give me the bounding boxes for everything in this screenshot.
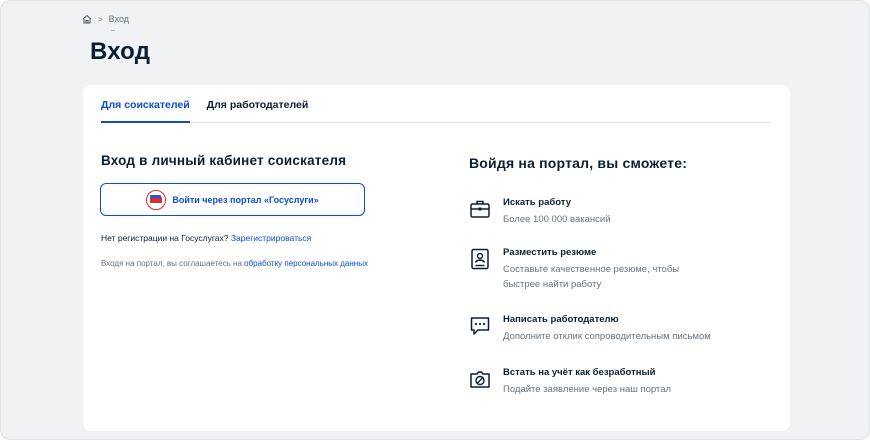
tab-bar: Для соискателей Для работодателей	[101, 85, 771, 123]
chat-icon	[470, 317, 490, 335]
login-card: Для соискателей Для работодателей Вход в…	[83, 85, 790, 431]
consent-line: Входя на портал, вы соглашаетесь на обра…	[101, 259, 368, 268]
resume-icon	[471, 248, 489, 270]
login-title: Вход в личный кабинет соискателя	[101, 153, 347, 168]
benefit-item-search-job: Искать работу Более 100 000 вакансий	[469, 197, 769, 227]
briefcase-icon	[470, 200, 490, 218]
registration-line: Нет регистрации на Госуслугах? Зарегистр…	[101, 233, 311, 243]
consent-text: Входя на портал, вы соглашаетесь на	[101, 259, 242, 268]
benefit-desc-line2: быстрее найти работу	[503, 279, 602, 290]
register-link[interactable]: Зарегистрироваться	[231, 233, 311, 243]
benefit-item-unemployed: Встать на учёт как безработный Подайте з…	[469, 367, 769, 397]
tab-job-seekers[interactable]: Для соискателей	[101, 85, 190, 123]
benefit-desc: Дополните отклик сопроводительным письмо…	[503, 331, 711, 342]
home-icon[interactable]	[82, 14, 92, 24]
gosuslugi-login-button[interactable]: Войти через портал «Госуслуги»	[100, 183, 365, 216]
benefit-title: Встать на учёт как безработный	[503, 367, 656, 378]
breadcrumb-current: Вход	[108, 14, 130, 24]
unemployed-icon	[470, 371, 490, 388]
gosuslugi-logo	[146, 189, 167, 210]
personal-data-link[interactable]: обработку персональных данных	[244, 259, 368, 268]
no-registration-text: Нет регистрации на Госуслугах?	[101, 233, 229, 243]
page-title: Вход	[90, 38, 151, 65]
benefit-desc: Подайте заявление через наш портал	[503, 384, 672, 395]
benefit-item-resume: Разместить резюме Составьте качественное…	[469, 247, 769, 292]
tab-employers[interactable]: Для работодателей	[207, 85, 309, 123]
benefit-title: Разместить резюме	[503, 247, 597, 258]
page-frame: > Вход Вход Для соискателей Для работода…	[0, 0, 870, 440]
benefit-desc: Более 100 000 вакансий	[503, 214, 611, 225]
breadcrumb-underline	[111, 30, 115, 31]
breadcrumb-separator: >	[98, 14, 103, 24]
benefits-title: Войдя на портал, вы сможете:	[469, 155, 688, 171]
gosuslugi-button-label: Войти через портал «Госуслуги»	[172, 194, 319, 205]
benefit-title: Написать работодателю	[503, 314, 619, 325]
benefit-title: Искать работу	[503, 197, 571, 208]
benefit-desc-line1: Составьте качественное резюме, чтобы	[503, 264, 680, 275]
breadcrumb: > Вход	[82, 14, 129, 24]
benefit-item-message-employer: Написать работодателю Дополните отклик с…	[469, 314, 769, 344]
